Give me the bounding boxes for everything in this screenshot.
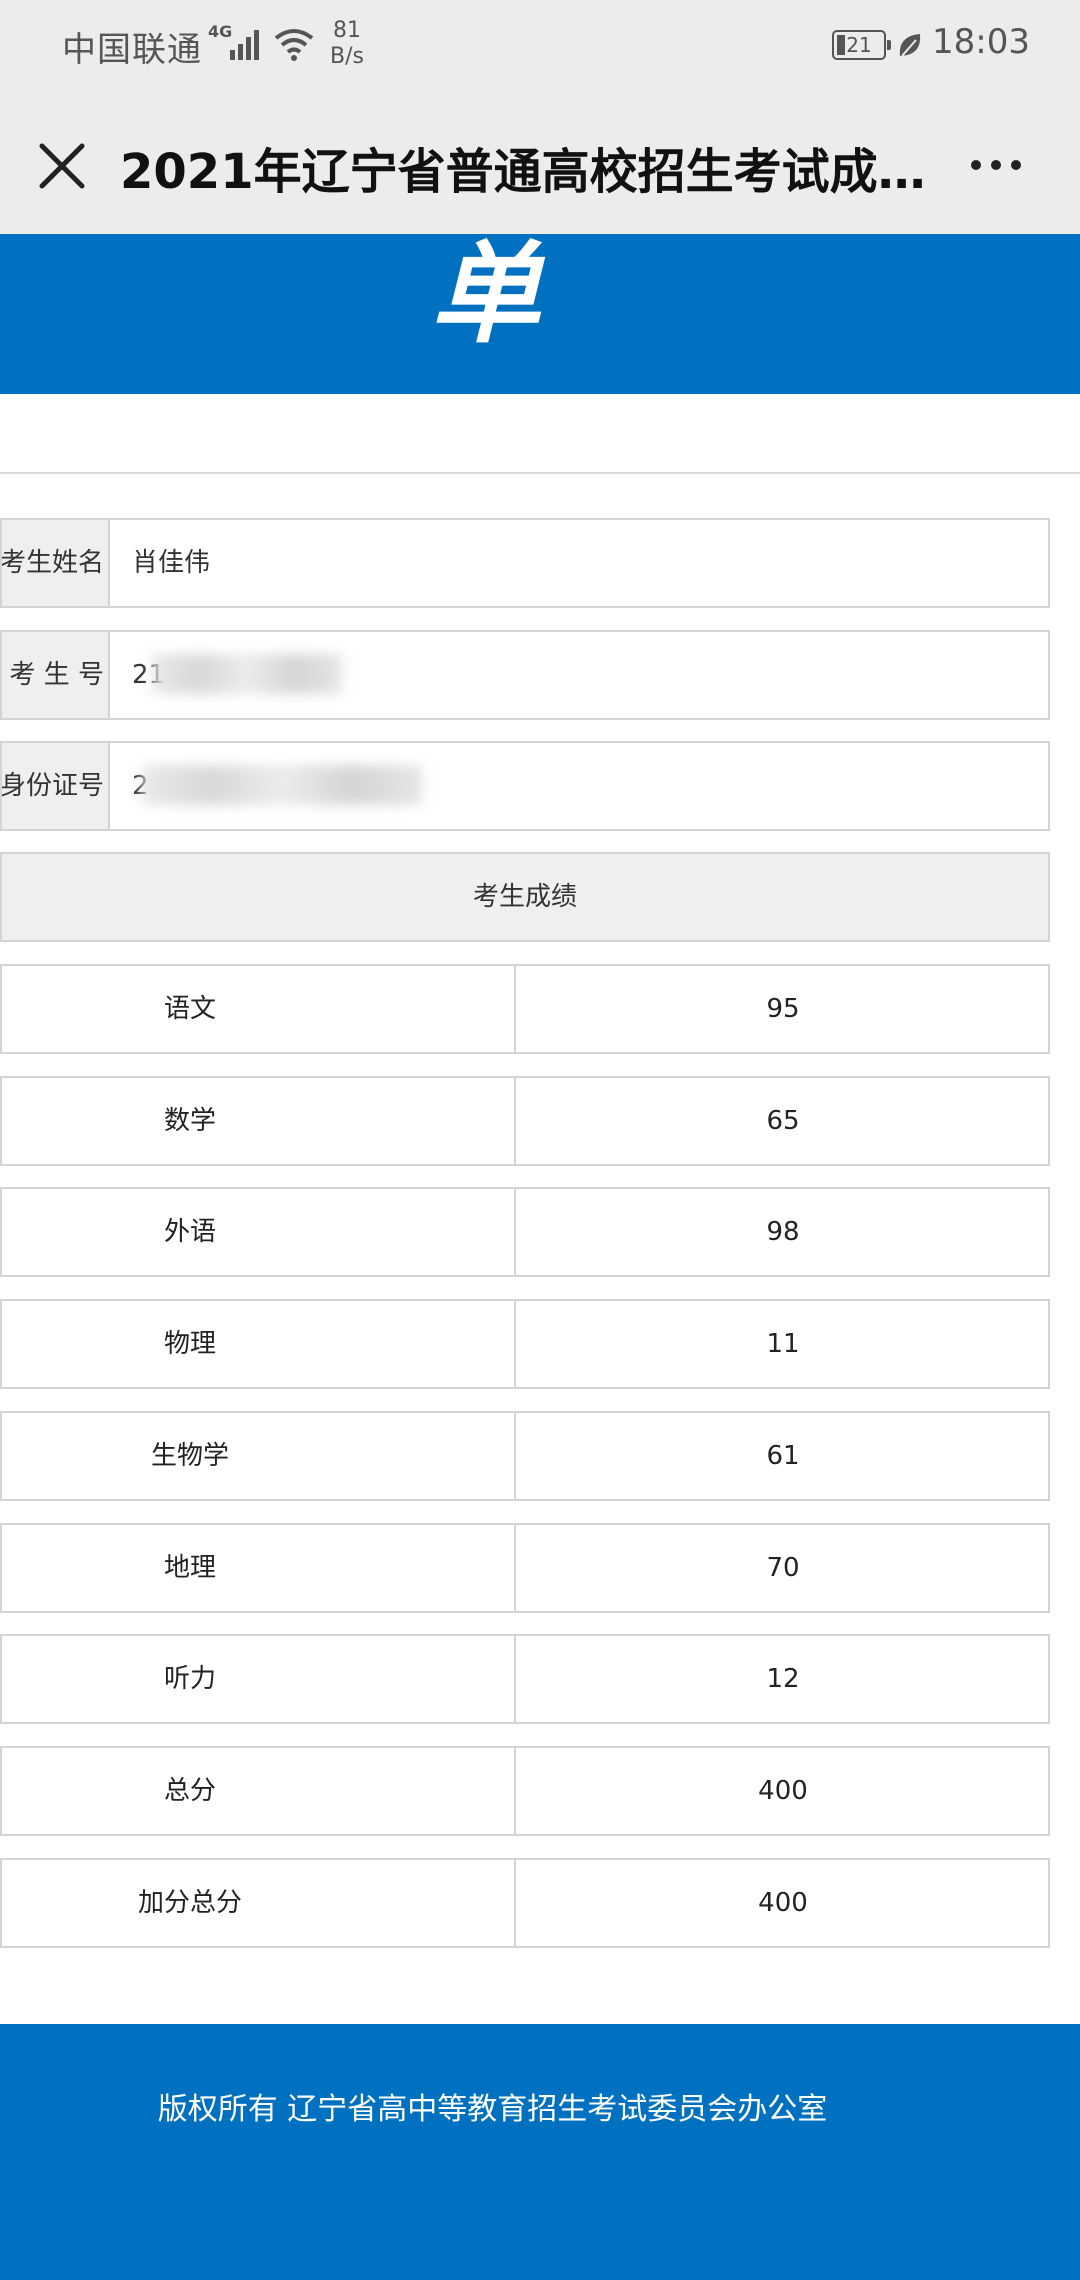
subject-cell: 物理 [2, 1301, 516, 1387]
copyright-text: 版权所有 辽宁省高中等教育招生考试委员会办公室 [157, 2092, 828, 2127]
title-bar: 2021年辽宁省普通高校招生考试成绩查询 [0, 100, 1080, 234]
status-bar: 中国联通 4G 81 B/s 21 18:03 [0, 0, 1080, 100]
footer: 版权所有 辽宁省高中等教育招生考试委员会办公室 [0, 2024, 1080, 2280]
subject-cell: 外语 [2, 1189, 516, 1275]
score-cell: 12 [766, 1664, 800, 1694]
score-row: 语文 95 [0, 964, 1050, 1054]
battery-icon: 21 [832, 30, 891, 60]
banner-title-fragment: 单 [430, 234, 540, 358]
carrier-name: 中国联通 [62, 30, 202, 70]
score-row: 生物学 61 [0, 1411, 1050, 1501]
score-cell: 61 [766, 1441, 800, 1471]
score-row: 物理 11 [0, 1299, 1050, 1389]
score-row: 数学 65 [0, 1076, 1050, 1166]
score-row: 听力 12 [0, 1634, 1050, 1724]
header-banner: 单 [0, 234, 1080, 394]
battery-level: 21 [846, 33, 872, 57]
info-value: 肖佳伟 [132, 548, 211, 578]
network-speed: 81 B/s [330, 18, 364, 69]
score-cell: 11 [766, 1329, 800, 1359]
score-cell: 400 [758, 1888, 808, 1918]
score-cell: 70 [766, 1553, 800, 1583]
info-label: 考生姓名 [2, 520, 110, 606]
wifi-icon [274, 29, 314, 61]
clock: 18:03 [932, 22, 1030, 62]
signal-icon [230, 30, 259, 60]
subject-cell: 听力 [2, 1636, 516, 1722]
subject-cell: 总分 [2, 1748, 516, 1834]
page-title: 2021年辽宁省普通高校招生考试成绩查询 [120, 144, 940, 200]
info-row-id-number: 身份证号 2 [0, 741, 1050, 831]
info-row-name: 考生姓名 肖佳伟 [0, 518, 1050, 608]
score-row: 总分 400 [0, 1746, 1050, 1836]
score-cell: 95 [766, 994, 800, 1024]
score-cell: 65 [766, 1106, 800, 1136]
more-icon[interactable] [966, 150, 1026, 180]
info-label: 身份证号 [2, 743, 110, 829]
info-row-exam-number: 考 生 号 21 [0, 630, 1050, 720]
info-label: 考 生 号 [2, 632, 110, 718]
subject-cell: 加分总分 [2, 1860, 516, 1946]
subject-cell: 地理 [2, 1525, 516, 1611]
close-icon[interactable] [34, 138, 90, 194]
subject-cell: 生物学 [2, 1413, 516, 1499]
score-cell: 400 [758, 1776, 808, 1806]
power-saving-leaf-icon [899, 34, 921, 57]
redaction-blur [142, 765, 422, 805]
score-row: 加分总分 400 [0, 1858, 1050, 1948]
score-cell: 98 [766, 1217, 800, 1247]
subject-cell: 数学 [2, 1078, 516, 1164]
score-row: 地理 70 [0, 1523, 1050, 1613]
divider [0, 472, 1080, 474]
subject-cell: 语文 [2, 966, 516, 1052]
score-row: 外语 98 [0, 1187, 1050, 1277]
section-title: 考生成绩 [0, 852, 1050, 942]
redaction-blur [152, 654, 342, 694]
